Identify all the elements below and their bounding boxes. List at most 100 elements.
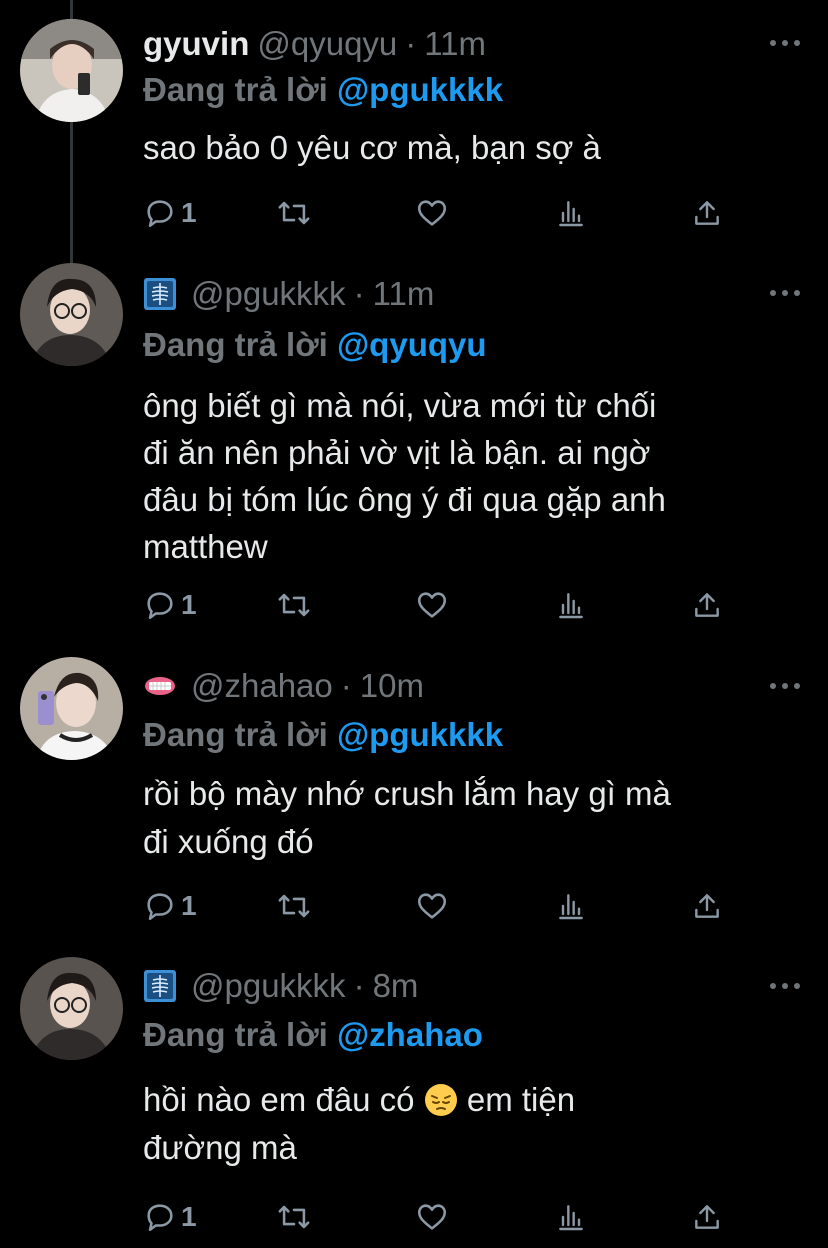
avatar[interactable]	[20, 19, 123, 122]
retweet-icon	[278, 1205, 310, 1229]
retweet-button[interactable]	[275, 1197, 313, 1237]
tweet[interactable]: @pgukkkk · 8m Đang trả lời @zhahao hồi n…	[0, 950, 828, 1248]
reply-mention-link[interactable]: @zhahao	[337, 1016, 483, 1053]
replying-to: Đang trả lời @qyuqyu	[143, 326, 487, 364]
more-dot-icon	[794, 683, 800, 689]
reply-count: 1	[181, 1201, 197, 1232]
analytics-icon	[559, 593, 583, 619]
more-dot-icon	[782, 683, 788, 689]
reply-icon	[147, 1204, 173, 1232]
tweet-header: @pgukkkk · 8m	[143, 966, 418, 1006]
retweet-button[interactable]	[275, 193, 313, 233]
analytics-icon	[559, 201, 583, 227]
tweet[interactable]: @pgukkkk · 11m Đang trả lời @qyuqyu ông …	[0, 255, 828, 650]
retweet-button[interactable]	[275, 886, 313, 926]
avatar[interactable]	[20, 657, 123, 760]
reply-mention-link[interactable]: @qyuqyu	[337, 326, 487, 363]
share-icon	[695, 593, 719, 617]
replying-to: Đang trả lời @pgukkkk	[143, 71, 503, 109]
tweet-header: @zhahao · 10m	[143, 666, 424, 706]
separator-dot: ·	[353, 275, 365, 312]
tweet-actions: 1	[0, 886, 828, 926]
more-dot-icon	[794, 983, 800, 989]
more-dot-icon	[770, 983, 776, 989]
more-dot-icon	[794, 40, 800, 46]
analytics-icon	[559, 894, 583, 920]
tweet-header: gyuvin @qyuqyu · 11m	[143, 24, 486, 64]
more-dot-icon	[794, 290, 800, 296]
display-name[interactable]: gyuvin	[143, 25, 249, 63]
tweet-actions: 1	[0, 1197, 828, 1237]
more-options-button[interactable]	[770, 681, 800, 691]
tweet-text: hồi nào em đâu có em tiện đường mà	[143, 1076, 813, 1172]
more-options-button[interactable]	[770, 981, 800, 991]
share-button[interactable]	[691, 1197, 723, 1237]
share-button[interactable]	[691, 886, 723, 926]
user-handle[interactable]: @pgukkkk	[191, 967, 346, 1005]
reply-count: 1	[181, 890, 197, 921]
heart-icon	[417, 1204, 447, 1230]
more-dot-icon	[770, 290, 776, 296]
more-dot-icon	[770, 683, 776, 689]
xray-emoji-icon	[144, 278, 176, 310]
reply-icon	[147, 893, 173, 921]
heart-icon	[417, 893, 447, 919]
replying-to: Đang trả lời @zhahao	[143, 1016, 483, 1054]
more-options-button[interactable]	[770, 288, 800, 298]
like-button[interactable]	[414, 585, 450, 625]
separator-dot: ·	[353, 967, 365, 1004]
more-options-button[interactable]	[770, 38, 800, 48]
retweet-icon	[278, 894, 310, 918]
user-handle[interactable]: @pgukkkk	[191, 275, 346, 313]
reply-icon	[147, 200, 173, 228]
reply-button[interactable]: 1	[143, 886, 197, 926]
tweet-text: sao bảo 0 yêu cơ mà, bạn sợ à	[143, 129, 601, 166]
reply-button[interactable]: 1	[143, 1197, 197, 1237]
xray-emoji-icon	[144, 970, 176, 1002]
replying-to-label: Đang trả lời	[143, 1016, 328, 1053]
tweet-time[interactable]: 10m	[360, 667, 424, 705]
separator-dot: ·	[340, 667, 352, 704]
like-button[interactable]	[414, 886, 450, 926]
reply-icon	[147, 592, 173, 620]
tweet-actions: 1	[0, 193, 828, 233]
reply-mention-link[interactable]: @pgukkkk	[337, 71, 503, 108]
share-icon	[695, 1205, 719, 1229]
reply-button[interactable]: 1	[143, 193, 197, 233]
share-button[interactable]	[691, 585, 723, 625]
replying-to-label: Đang trả lời	[143, 326, 328, 363]
tweet-time[interactable]: 11m	[373, 275, 435, 313]
teeth-emoji-icon	[145, 677, 175, 695]
tweet-time[interactable]: 8m	[373, 967, 419, 1005]
more-dot-icon	[782, 290, 788, 296]
replying-to: Đang trả lời @pgukkkk	[143, 716, 503, 754]
tweet-text-part: hồi nào em đâu có	[143, 1081, 424, 1118]
retweet-button[interactable]	[275, 585, 313, 625]
tweet-actions: 1	[0, 585, 828, 625]
analytics-button[interactable]	[555, 585, 587, 625]
tweet-text: ông biết gì mà nói, vừa mới từ chối đi ă…	[143, 387, 666, 565]
avatar[interactable]	[20, 957, 123, 1060]
share-icon	[695, 894, 719, 918]
replying-to-label: Đang trả lời	[143, 716, 328, 753]
analytics-button[interactable]	[555, 1197, 587, 1237]
replying-to-label: Đang trả lời	[143, 71, 328, 108]
tweet[interactable]: gyuvin @qyuqyu · 11m Đang trả lời @pgukk…	[0, 0, 828, 255]
user-handle[interactable]: @qyuqyu	[257, 25, 397, 63]
heart-icon	[417, 592, 447, 618]
analytics-button[interactable]	[555, 886, 587, 926]
avatar[interactable]	[20, 263, 123, 366]
tweet[interactable]: @zhahao · 10m Đang trả lời @pgukkkk rồi …	[0, 650, 828, 950]
like-button[interactable]	[414, 1197, 450, 1237]
analytics-icon	[559, 1205, 583, 1231]
reply-mention-link[interactable]: @pgukkkk	[337, 716, 503, 753]
retweet-icon	[278, 201, 310, 225]
analytics-button[interactable]	[555, 193, 587, 233]
tweet-time[interactable]: 11m	[424, 25, 486, 63]
reply-button[interactable]: 1	[143, 585, 197, 625]
pensive-face-emoji-icon	[424, 1084, 457, 1116]
like-button[interactable]	[414, 193, 450, 233]
share-button[interactable]	[691, 193, 723, 233]
user-handle[interactable]: @zhahao	[191, 667, 333, 705]
heart-icon	[417, 200, 447, 226]
